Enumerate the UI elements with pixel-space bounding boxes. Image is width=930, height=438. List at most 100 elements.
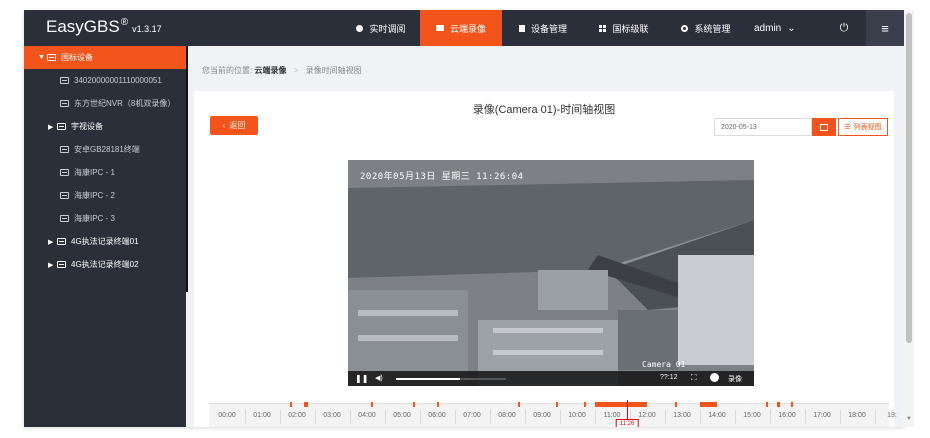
timeline-record-segment[interactable] xyxy=(370,402,373,407)
fullscreen-icon[interactable]: ⛶ xyxy=(691,373,697,383)
brand-registered-mark: ® xyxy=(120,17,129,28)
timeline-record-segment[interactable] xyxy=(594,402,647,407)
timeline-tick xyxy=(349,410,351,424)
timeline-record-segment[interactable] xyxy=(790,402,793,407)
timeline-record-segment[interactable] xyxy=(290,402,292,407)
timeline-tick xyxy=(524,410,526,424)
tree-item[interactable]: 安卓GB28181终端 xyxy=(24,138,186,161)
timeline-hour-label: 10:00 xyxy=(568,412,586,419)
timeline-panel: 录像(Camera 01)-时间轴视图 ‹返回 ☰列表视图 xyxy=(194,91,897,427)
page-scrollbar[interactable]: ▼ xyxy=(904,10,914,427)
timeline-tick xyxy=(804,410,806,424)
device-icon xyxy=(60,100,69,107)
tree-item[interactable]: 海康IPC - 2 xyxy=(24,184,186,207)
nav-system-label: 系统管理 xyxy=(694,23,731,34)
nav-system[interactable]: 系统管理 xyxy=(664,10,748,46)
device-icon xyxy=(47,54,56,61)
timeline-tick xyxy=(314,410,316,424)
timeline-record-segment[interactable] xyxy=(675,402,677,407)
timeline-hour-label: 11:00 xyxy=(603,412,621,419)
caret-right-icon: ▶ xyxy=(48,123,54,131)
calendar-button[interactable] xyxy=(812,118,836,136)
caret-right-icon: ▶ xyxy=(48,238,54,246)
timeline-tick xyxy=(419,410,421,424)
timeline-record-segment[interactable] xyxy=(699,402,717,407)
device-icon xyxy=(60,77,69,84)
timeline-tick xyxy=(489,410,491,424)
timeline-hours: 00:00 01:00 02:00 03:00 04:00 05:00 06:00 07:00… xyxy=(209,412,897,424)
timeline-tick xyxy=(699,410,701,424)
nav-realtime-label: 实时调阅 xyxy=(369,23,406,34)
tree-group[interactable]: ▶ 4G执法记录终端01 xyxy=(24,230,186,253)
timeline-hour-label: 08:00 xyxy=(498,412,516,419)
volume-icon[interactable]: ◀) xyxy=(375,374,383,382)
video-player[interactable]: 2020年05月13日 星期三 11:26:04 Camera 01 ❚❚ ◀)… xyxy=(348,160,754,386)
back-button[interactable]: ‹ 返回 xyxy=(210,116,258,135)
breadcrumb-link-cloud-record[interactable]: 云端录像 xyxy=(254,66,286,75)
timeline-record-segment[interactable] xyxy=(437,402,439,407)
pause-button[interactable]: ❚❚ xyxy=(355,374,368,383)
tree-group[interactable]: ▶ 宇视设备 xyxy=(24,115,186,138)
breadcrumb-prefix: 您当前的位置: xyxy=(202,66,253,75)
tree-item[interactable]: 34020000001110000051 xyxy=(24,69,186,92)
timeline-hour-label: 12:00 xyxy=(638,412,656,419)
power-button[interactable]: ⏻ xyxy=(832,10,856,46)
play-circle-icon xyxy=(356,24,364,32)
tree-item-label: 安卓GB28181终端 xyxy=(74,145,140,154)
video-progress-fill xyxy=(396,378,460,380)
nav-realtime[interactable]: 实时调阅 xyxy=(342,10,420,46)
tree-item-label: 海康IPC - 3 xyxy=(74,214,115,223)
user-menu[interactable]: admin ⌄ xyxy=(754,10,796,46)
nav-device-mgmt[interactable]: 设备管理 xyxy=(502,10,584,46)
tree-group[interactable]: ▶ 4G执法记录终端02 xyxy=(24,253,186,276)
tree-root-gb-devices[interactable]: ▼ 国标设备 xyxy=(24,46,186,69)
record-timeline[interactable]: 00:00 01:00 02:00 03:00 04:00 05:00 06:00 07:00… xyxy=(209,400,897,427)
tree-item[interactable]: 东方世纪NVR（8机双录像） xyxy=(24,92,186,115)
tree-item[interactable]: 海康IPC - 3 xyxy=(24,207,186,230)
nav-device-mgmt-label: 设备管理 xyxy=(530,23,567,34)
timeline-record-segment[interactable] xyxy=(517,402,520,407)
video-progress-bar[interactable] xyxy=(396,378,506,380)
timeline-record-segment[interactable] xyxy=(766,402,768,407)
tree-item-label: 海康IPC - 2 xyxy=(74,191,115,200)
device-icon xyxy=(60,215,69,222)
timeline-record-segment[interactable] xyxy=(584,402,586,407)
scrollbar-thumb[interactable] xyxy=(906,13,912,343)
calendar-icon xyxy=(820,123,828,131)
back-button-label: 返回 xyxy=(229,121,246,130)
hamburger-menu-button[interactable]: ≡ xyxy=(866,10,904,46)
snapshot-icon[interactable] xyxy=(710,373,719,382)
record-button[interactable]: 录像 xyxy=(728,374,742,384)
nav-cascade[interactable]: 国标级联 xyxy=(584,10,664,46)
date-input[interactable] xyxy=(714,118,812,136)
timeline-hour-label: 01:00 xyxy=(253,412,271,419)
gear-icon xyxy=(681,24,689,32)
video-camera-icon xyxy=(435,25,444,31)
timeline-tick xyxy=(734,410,736,424)
chevron-left-icon: ‹ xyxy=(222,121,226,130)
chevron-down-icon: ⌄ xyxy=(787,22,796,34)
timeline-hour-label: 03:00 xyxy=(323,412,341,419)
timeline-hour-label: 02:00 xyxy=(288,412,306,419)
timeline-record-segment[interactable] xyxy=(304,402,308,407)
hamburger-icon: ≡ xyxy=(881,20,889,36)
video-osd-camera: Camera 01 xyxy=(642,360,686,369)
timeline-tick xyxy=(279,410,281,424)
list-view-button[interactable]: ☰ 列表视图 xyxy=(838,118,888,136)
timeline-hour-label: 14:00 xyxy=(708,412,726,419)
version-label: v1.3.17 xyxy=(132,24,162,34)
tree-item-label: 海康IPC - 1 xyxy=(74,168,115,177)
tree-item[interactable]: 海康IPC - 1 xyxy=(24,161,186,184)
scroll-down-icon[interactable]: ▼ xyxy=(906,416,912,422)
timeline-hour-label: 15:00 xyxy=(743,412,761,419)
video-time: ??:12 xyxy=(660,374,678,381)
caret-down-icon: ▼ xyxy=(38,54,45,61)
nav-cloud-record[interactable]: 云端录像 xyxy=(420,10,502,46)
breadcrumb-current: 录像时间轴视图 xyxy=(305,66,362,75)
timeline-tick xyxy=(594,410,596,424)
video-frame xyxy=(348,160,754,386)
timeline-record-segment[interactable] xyxy=(556,402,558,407)
timeline-record-segment[interactable] xyxy=(412,402,415,407)
timeline-record-segment[interactable] xyxy=(776,402,780,407)
brand-logo[interactable]: EasyGBS®v1.3.17 xyxy=(46,17,162,37)
